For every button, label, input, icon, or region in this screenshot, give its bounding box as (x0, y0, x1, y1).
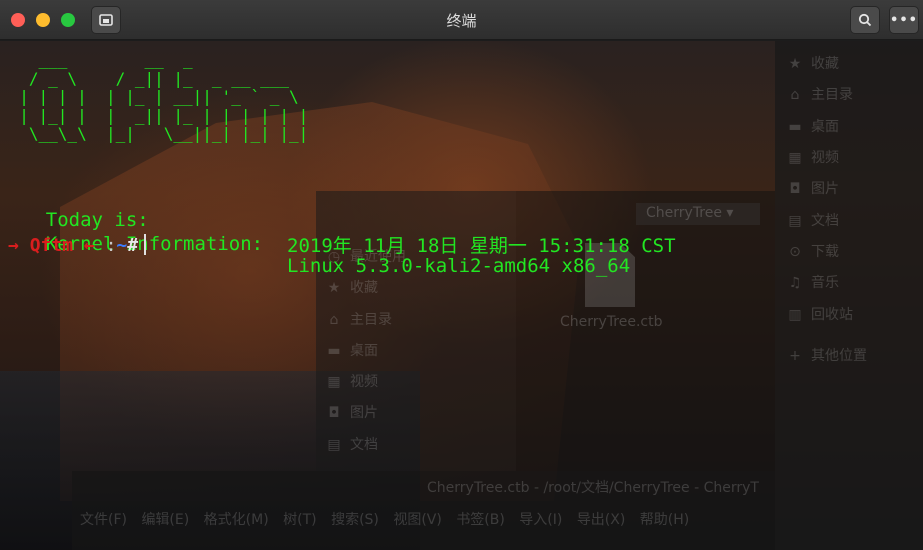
prompt-user: Qftm (29, 235, 74, 256)
ghost-places-item: 视频 (350, 374, 378, 390)
title-bar: 终端 ••• (0, 0, 923, 40)
ascii-banner: ___ __ _ / _ \ / _|| |_ _ __ ___ | | | |… (19, 50, 309, 143)
ghost-places-item: 桌面 (350, 343, 378, 359)
ghost-places-item: 图片 (350, 405, 378, 421)
prompt-separator: : (94, 235, 117, 256)
ghost-menu-item: 搜索(S) (331, 512, 379, 528)
ghost-menu-item: 文件(F) (80, 512, 127, 528)
ghost-sidebar-item: 回收站 (811, 307, 853, 323)
prompt-arrow-right: ← (83, 235, 95, 256)
hamburger-menu-button[interactable]: ••• (889, 6, 919, 34)
today-value: 2019年 11月 18日 星期一 15:31:18 CST (287, 235, 676, 257)
ghost-path-label: CherryTree (646, 205, 722, 221)
ghost-file-name: CherryTree.ctb (560, 314, 663, 330)
ghost-menu-item: 树(T) (283, 512, 317, 528)
ghost-sidebar-item: 视频 (811, 150, 839, 166)
ghost-cherrytree-window: CherryTree.ctb - /root/文档/CherryTree - C… (72, 471, 775, 550)
prompt-symbol: # (127, 235, 139, 256)
ghost-menu-item: 编辑(E) (141, 512, 190, 528)
ghost-sidebar-item: 音乐 (811, 275, 839, 291)
terminal-area[interactable]: ★ 收藏 ⌂ 主目录 ▬ 桌面 ▦ 视频 ◘ 图片 ▤ 文档 ⊙ 下载 ♫ 音乐 ▥ 回收站 + 其… (0, 41, 923, 550)
ghost-menu-item: 导出(X) (576, 512, 626, 528)
text-cursor (144, 234, 147, 255)
window-title: 终端 (446, 12, 477, 30)
ghost-sidebar-item: 其他位置 (811, 348, 867, 364)
ghost-sidebar-item: 收藏 (811, 56, 839, 72)
ghost-menu-item: 帮助(H) (639, 512, 690, 528)
search-button[interactable] (850, 6, 880, 34)
ghost-sidebar-item: 桌面 (811, 119, 839, 135)
ghost-cherrytree-title: CherryTree.ctb - /root/文档/CherryTree - C… (427, 480, 759, 496)
ghost-menu-item: 导入(I) (519, 512, 563, 528)
kernel-value: Linux 5.3.0-kali2-amd64 x86_64 (287, 255, 631, 277)
ghost-cherrytree-menu: 文件(F) 编辑(E) 格式化(M) 树(T) 搜索(S) 视图(V) 书签(B… (80, 509, 699, 529)
ghost-sidebar-item: 主目录 (811, 87, 853, 103)
prompt-path: ~ (116, 235, 128, 256)
shell-prompt[interactable]: → Qftm ← :~# (8, 234, 147, 256)
more-icon: ••• (890, 12, 918, 28)
ghost-menu-item: 书签(B) (456, 512, 505, 528)
ghost-places-item: 文档 (350, 437, 378, 453)
search-icon (858, 13, 872, 27)
ghost-sidebar-item: 下载 (811, 244, 839, 260)
ghost-menu-item: 视图(V) (393, 512, 442, 528)
ghost-sidebar-item: 图片 (811, 181, 839, 197)
ghost-file-manager-sidebar: ★ 收藏 ⌂ 主目录 ▬ 桌面 ▦ 视频 ◘ 图片 ▤ 文档 ⊙ 下载 ♫ 音乐 ▥ 回收站 + 其… (775, 41, 923, 550)
ghost-sidebar-item: 文档 (811, 213, 839, 229)
ghost-path-button: CherryTree ▾ (636, 203, 760, 225)
ghost-places-item: 主目录 (350, 312, 392, 328)
ghost-menu-item: 格式化(M) (203, 512, 269, 528)
ghost-places-item: 收藏 (350, 280, 378, 296)
prompt-arrow-left: → (8, 235, 19, 256)
